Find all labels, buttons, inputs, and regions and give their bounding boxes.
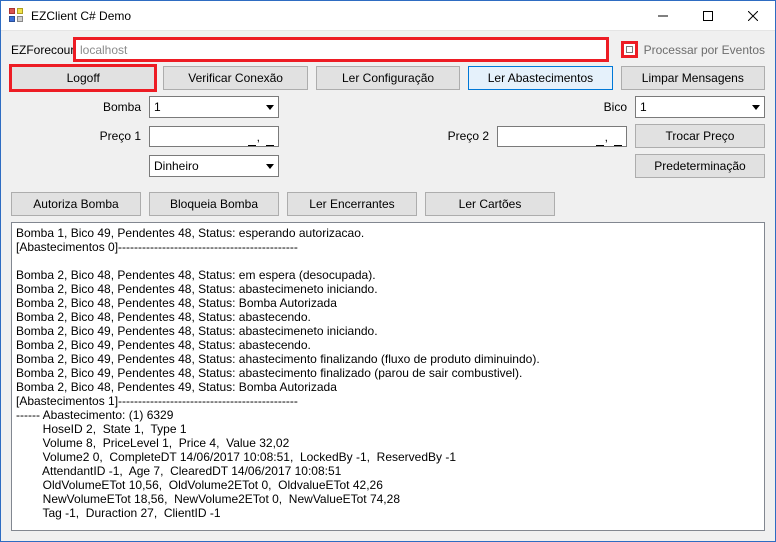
trocar-preco-button[interactable]: Trocar Preço (635, 124, 765, 148)
dinheiro-select[interactable]: Dinheiro (149, 155, 279, 177)
bloqueia-bomba-button[interactable]: Bloqueia Bomba (149, 192, 279, 216)
maximize-button[interactable] (685, 1, 730, 30)
events-checkbox[interactable] (621, 41, 638, 58)
bomba-value: 1 (154, 100, 161, 114)
minimize-button[interactable] (640, 1, 685, 30)
bomba-label: Bomba (11, 100, 141, 114)
bico-label: Bico (497, 100, 627, 114)
events-checkbox-label: Processar por Eventos (644, 43, 765, 57)
preco2-label: Preço 2 (359, 129, 489, 143)
window-controls (640, 1, 775, 30)
host-input[interactable] (75, 39, 607, 60)
window-title: EZClient C# Demo (31, 9, 640, 23)
button-row-1: Logoff Verificar Conexão Ler Configuraçã… (11, 66, 765, 90)
predeterminacao-button[interactable]: Predeterminação (635, 154, 765, 178)
pay-row: Dinheiro Predeterminação (11, 154, 765, 178)
preco1-input[interactable] (149, 126, 279, 147)
log-textarea[interactable]: Bomba 1, Bico 49, Pendentes 48, Status: … (11, 222, 765, 531)
chevron-down-icon (266, 164, 274, 169)
titlebar: EZClient C# Demo (1, 1, 775, 31)
close-button[interactable] (730, 1, 775, 30)
host-label: EZForecourt (11, 43, 75, 57)
ler-configuracao-button[interactable]: Ler Configuração (316, 66, 460, 90)
bomba-select[interactable]: 1 (149, 96, 279, 118)
preco1-label: Preço 1 (11, 129, 141, 143)
price-row: Preço 1 Preço 2 Trocar Preço (11, 124, 765, 148)
ler-abastecimentos-button[interactable]: Ler Abastecimentos (468, 66, 612, 90)
dinheiro-value: Dinheiro (154, 159, 199, 173)
bico-value: 1 (640, 100, 647, 114)
bico-select[interactable]: 1 (635, 96, 765, 118)
autoriza-bomba-button[interactable]: Autoriza Bomba (11, 192, 141, 216)
chevron-down-icon (266, 105, 274, 110)
app-window: EZClient C# Demo EZForecourt Processar p… (0, 0, 776, 542)
host-row: EZForecourt Processar por Eventos (11, 39, 765, 60)
button-row-2: Autoriza Bomba Bloqueia Bomba Ler Encerr… (11, 192, 765, 216)
ler-cartoes-button[interactable]: Ler Cartões (425, 192, 555, 216)
chevron-down-icon (752, 105, 760, 110)
events-checkbox-wrap: Processar por Eventos (621, 41, 765, 58)
logoff-button[interactable]: Logoff (11, 66, 155, 90)
verificar-conexao-button[interactable]: Verificar Conexão (163, 66, 307, 90)
pump-row: Bomba 1 Bico 1 (11, 96, 765, 118)
limpar-mensagens-button[interactable]: Limpar Mensagens (621, 66, 765, 90)
app-icon (9, 8, 25, 24)
ler-encerrantes-button[interactable]: Ler Encerrantes (287, 192, 417, 216)
client-area: EZForecourt Processar por Eventos Logoff… (1, 31, 775, 541)
preco2-input[interactable] (497, 126, 627, 147)
